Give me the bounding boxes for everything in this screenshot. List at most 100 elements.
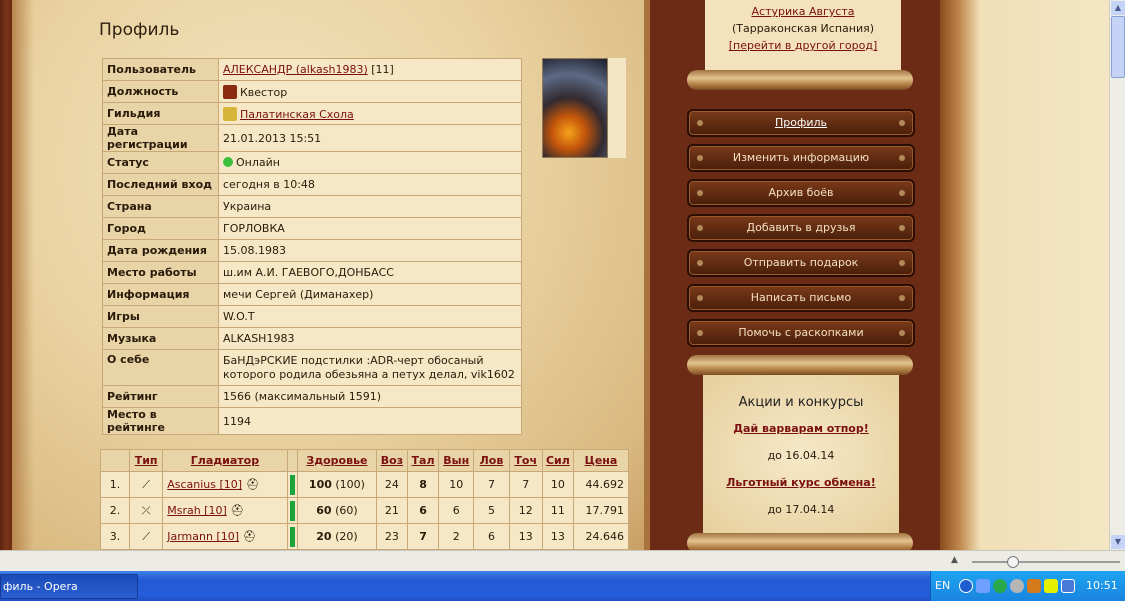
- city-link[interactable]: Астурика Августа: [752, 5, 855, 18]
- health-value: 20: [316, 530, 332, 543]
- help-icon[interactable]: [959, 579, 973, 593]
- table-row: 2. ⤫ Msrah [10] ⛑ 60 (60) 21 6 6 5 12 11…: [99, 497, 630, 524]
- col-vyn[interactable]: Вын: [438, 449, 475, 472]
- page-title: Профиль: [99, 20, 180, 40]
- row-label: Гильдия: [102, 102, 219, 125]
- add-friend-button[interactable]: Добавить в друзья: [687, 214, 915, 242]
- country-value: Украина: [218, 195, 522, 218]
- health-max: (60): [335, 504, 358, 517]
- volume-icon[interactable]: [1010, 579, 1024, 593]
- network-icon[interactable]: [976, 579, 990, 593]
- col-sil[interactable]: Сил: [541, 449, 574, 472]
- browser-status-bar: ▲: [0, 550, 1125, 571]
- price: 17.791: [572, 497, 630, 524]
- gladiator-link[interactable]: Ascanius [10]: [167, 478, 242, 491]
- promo-until: до 16.04.14: [767, 449, 835, 462]
- taskbar-opera-window[interactable]: филь - Opera: [0, 574, 138, 599]
- rating-value: 1566 (максимальный 1591): [218, 385, 522, 408]
- music-value: ALKASH1983: [218, 327, 522, 350]
- gladiator-link[interactable]: Msrah [10]: [167, 504, 227, 517]
- profile-row-guild: Гильдия Палатинская Схола: [102, 102, 522, 125]
- guild-link[interactable]: Палатинская Схола: [240, 108, 354, 121]
- row-label: Дата регистрации: [102, 124, 219, 152]
- stat-lov: 5: [473, 497, 510, 524]
- guild-icon: [223, 106, 237, 121]
- trident-icon: ⤫: [129, 497, 164, 524]
- col-price[interactable]: Цена: [572, 449, 630, 472]
- promo-link[interactable]: Льготный курс обмена!: [726, 476, 875, 489]
- scroll-down-icon[interactable]: ▼: [1111, 535, 1125, 549]
- stat-tal: 7: [406, 523, 440, 550]
- avatar-frame: [608, 58, 626, 158]
- update-icon[interactable]: [1027, 579, 1041, 593]
- stat-sil: 10: [541, 471, 574, 498]
- col-lov[interactable]: Лов: [473, 449, 510, 472]
- about-value: БаНДэРСКИЕ подстилки :ADR-черт обосаный …: [218, 349, 522, 386]
- city-value: ГОРЛОВКА: [218, 217, 522, 240]
- write-letter-button[interactable]: Написать письмо: [687, 284, 915, 312]
- excavation-help-button[interactable]: Помочь с раскопками: [687, 319, 915, 347]
- promo-link[interactable]: Дай варварам отпор!: [733, 422, 869, 435]
- lang-indicator[interactable]: EN: [935, 579, 950, 592]
- helmet-icon[interactable]: ⛑: [230, 504, 244, 517]
- games-value: W.O.T: [218, 305, 522, 328]
- col-voz[interactable]: Воз: [375, 449, 408, 472]
- col-tal[interactable]: Тал: [406, 449, 440, 472]
- profile-button[interactable]: Профиль: [687, 109, 915, 137]
- send-gift-button[interactable]: Отправить подарок: [687, 249, 915, 277]
- promo-scroll: Акции и конкурсы Дай варварам отпор! до …: [703, 375, 899, 535]
- col-health[interactable]: Здоровье: [297, 449, 377, 472]
- scroll-up-icon[interactable]: ▲: [1111, 1, 1125, 15]
- col-toch[interactable]: Точ: [508, 449, 543, 472]
- workplace: ш.им А.И. ГАЕВОГО,ДОНБАСС: [218, 261, 522, 284]
- row-label: Место в рейтинге: [102, 407, 219, 435]
- edit-info-button[interactable]: Изменить информацию: [687, 144, 915, 172]
- gladiators-header: Тип Гладиатор Здоровье Воз Тал Вын Лов Т…: [99, 449, 630, 472]
- col-gladiator[interactable]: Гладиатор: [162, 449, 288, 472]
- row-label: Рейтинг: [102, 385, 219, 408]
- gladiator-link[interactable]: Jarmann [10]: [167, 530, 239, 543]
- clock: 10:51: [1086, 579, 1118, 592]
- health-bar: [289, 474, 295, 495]
- zoom-slider[interactable]: [972, 561, 1120, 563]
- price: 44.692: [572, 471, 630, 498]
- page-edge: [940, 0, 1109, 550]
- user-link[interactable]: АЛЕКСАНДР (alkash1983): [223, 63, 368, 76]
- stat-vyn: 6: [438, 497, 475, 524]
- row-num: 1.: [99, 471, 131, 498]
- helmet-icon[interactable]: ⛑: [246, 478, 260, 491]
- sword-icon: ⟋: [129, 471, 164, 498]
- health-value: 100: [308, 478, 332, 491]
- antivirus-icon[interactable]: [993, 579, 1007, 593]
- stat-voz: 21: [375, 497, 408, 524]
- display-icon[interactable]: [1061, 579, 1075, 593]
- stat-tal: 8: [406, 471, 440, 498]
- change-city-link[interactable]: [перейти в другой город]: [729, 39, 878, 52]
- col-type[interactable]: Тип: [129, 449, 164, 472]
- stat-lov: 6: [473, 523, 510, 550]
- zoom-arrow-icon[interactable]: ▲: [951, 555, 958, 565]
- notify-icon[interactable]: [1044, 579, 1058, 593]
- stat-voz: 23: [375, 523, 408, 550]
- row-label: Место работы: [102, 261, 219, 284]
- helmet-icon[interactable]: ⛑: [243, 530, 257, 543]
- button-label: Архив боёв: [768, 186, 834, 199]
- battle-archive-button[interactable]: Архив боёв: [687, 179, 915, 207]
- health-value: 60: [316, 504, 332, 517]
- profile-table: Пользователь АЛЕКСАНДР (alkash1983) [11] …: [102, 58, 522, 435]
- profile-row-position: Должность Квестор: [102, 80, 522, 103]
- row-label: Дата рождения: [102, 239, 219, 262]
- scrollbar-thumb[interactable]: [1111, 16, 1125, 78]
- row-label: Информация: [102, 283, 219, 306]
- registration-date: 21.01.2013 15:51: [218, 124, 522, 152]
- vertical-scrollbar[interactable]: ▲ ▼: [1109, 0, 1125, 550]
- zoom-slider-knob[interactable]: [1007, 556, 1019, 568]
- health-bar: [289, 500, 295, 521]
- browser-viewport: Профиль Пользователь АЛЕКСАНДР (alkash198…: [0, 0, 1109, 550]
- gladiators-table: Тип Гладиатор Здоровье Воз Тал Вын Лов Т…: [99, 449, 630, 550]
- scroll-roll: [687, 70, 913, 90]
- avatar: [542, 58, 608, 158]
- col-num: [99, 449, 131, 472]
- health-bar: [289, 526, 295, 547]
- profile-row-user: Пользователь АЛЕКСАНДР (alkash1983) [11]: [102, 58, 522, 81]
